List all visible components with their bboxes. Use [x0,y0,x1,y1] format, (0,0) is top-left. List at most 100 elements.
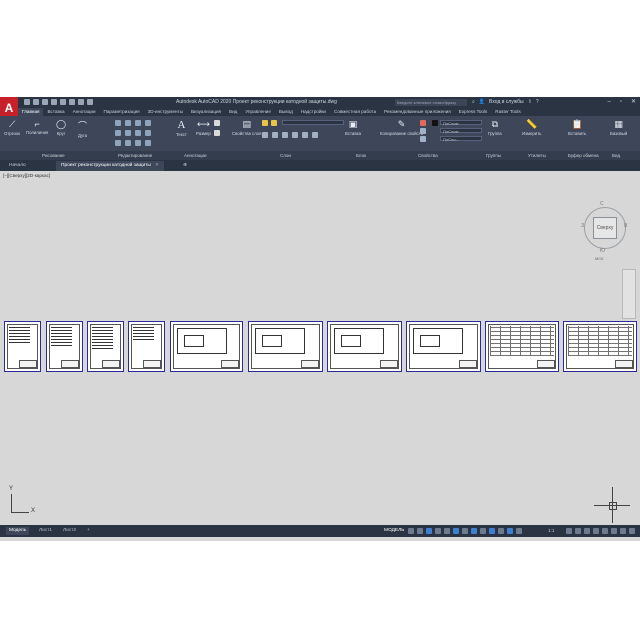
leader-icon[interactable] [214,120,220,126]
layer-tool-icon[interactable] [302,132,308,138]
paste-tool[interactable]: 📋 Вставить [568,119,586,136]
ribbon-tab[interactable]: Параметризация [100,108,144,116]
new-tab-button[interactable]: ⊕ [178,161,192,171]
ribbon-tab[interactable]: Вывод [275,108,297,116]
selection-cycling-icon[interactable] [489,528,495,534]
viewcube[interactable]: Сверху С Ю З В МСК [581,199,631,261]
match-properties-tool[interactable]: ✎ Копирование свойств [380,119,423,136]
layer-tool-icon[interactable] [282,132,288,138]
panel-utilities[interactable]: Утилиты [528,151,546,160]
isolate-icon[interactable] [602,528,608,534]
compass-east[interactable]: В [624,223,627,229]
plus-icon[interactable] [575,528,581,534]
offset-icon[interactable] [145,140,151,146]
osnap-icon[interactable] [453,528,459,534]
hardware-acceleration-icon[interactable] [611,528,617,534]
close-tab-icon[interactable]: ✕ [155,163,159,168]
layer-tool-icon[interactable] [272,132,278,138]
group-tool[interactable]: ⧉ Группа [488,119,502,136]
tab-active-drawing[interactable]: Проект реконструкции катодной защиты ✕ [56,161,164,171]
panel-clipboard[interactable]: Буфер обмена [568,151,599,160]
search-input[interactable]: Введите ключевое слово/фразу [395,99,467,106]
otrack-icon[interactable] [462,528,468,534]
tab-model[interactable]: Модель [6,527,30,535]
cart-icon[interactable]: ⇧ [528,97,532,108]
color-swatch-icon[interactable] [432,120,438,126]
array-icon[interactable] [135,140,141,146]
lineweight-dropdown[interactable]: ПоСлою [440,128,482,134]
layer-tool-icon[interactable] [262,132,268,138]
annotation-scale-icon[interactable] [516,528,522,534]
open-icon[interactable] [33,99,39,105]
layer-sun-icon[interactable] [271,120,277,126]
viewport-controls[interactable]: [–][Сверху][2D-каркас] [3,173,50,178]
new-icon[interactable] [24,99,30,105]
drawing-sheet[interactable] [46,321,83,372]
ribbon-tab[interactable]: Рекомендованные приложения [380,108,455,116]
annotation-scale[interactable]: 1:1 [548,527,554,535]
rotate-icon[interactable] [125,120,131,126]
close-icon[interactable]: ✕ [631,97,636,108]
drawing-sheet[interactable] [327,321,402,372]
drawing-sheet[interactable] [406,321,481,372]
ribbon-tab[interactable]: Аннотации [69,108,100,116]
panel-draw[interactable]: Рисование [42,151,65,160]
drawing-sheet[interactable] [87,321,124,372]
linetype-icon[interactable] [420,128,426,134]
table-icon[interactable] [214,130,220,136]
grid-icon[interactable] [408,528,414,534]
ribbon-tab[interactable]: 3D-инструменты [144,108,187,116]
lineweight-icon[interactable] [471,528,477,534]
undo-icon[interactable] [78,99,84,105]
customization-icon[interactable] [629,528,635,534]
text-tool[interactable]: A Текст [176,119,187,137]
model-space-toggle[interactable]: МОДЕЛЬ [384,527,404,535]
save-icon[interactable] [42,99,48,105]
measure-tool[interactable]: 📏 Измерить [522,119,541,136]
lineweight-icon[interactable] [420,136,426,142]
navigation-bar[interactable] [622,269,636,319]
ribbon-tab[interactable]: Raster Tools [491,108,524,116]
layer-bulb-icon[interactable] [262,120,268,126]
ribbon-tab[interactable]: Надстройки [297,108,330,116]
maximize-icon[interactable]: ▫ [620,97,622,108]
transparency-icon[interactable] [480,528,486,534]
layer-dropdown[interactable] [282,120,344,125]
panel-view[interactable]: Вид [612,151,620,160]
drawing-sheet[interactable] [128,321,165,372]
panel-block[interactable]: Блок [356,151,366,160]
compass-north[interactable]: С [600,201,604,207]
compass-south[interactable]: Ю [600,248,605,254]
fillet-icon[interactable] [135,130,141,136]
trim-icon[interactable] [135,120,141,126]
drawing-sheet[interactable] [248,321,323,372]
ucs-menu[interactable]: МСК [595,256,604,261]
annotation-visibility-icon[interactable] [498,528,504,534]
insert-tool[interactable]: ▣ Вставка [345,119,361,136]
layer-properties-tool[interactable]: ▤ Свойства слоя [232,119,261,136]
compass-west[interactable]: З [581,223,584,229]
drawing-sheet[interactable] [485,321,559,372]
tab-layout2[interactable]: Лист2 [60,527,79,535]
save-as-icon[interactable] [51,99,57,105]
drawing-sheet[interactable] [563,321,637,372]
ribbon-tab[interactable]: Визуализация [187,108,225,116]
ortho-icon[interactable] [426,528,432,534]
user-icon[interactable]: 👤 [479,97,485,108]
search-icon[interactable]: ⌕ [472,97,475,108]
stretch-icon[interactable] [115,140,121,146]
tab-layout1[interactable]: Лист1 [36,527,55,535]
help-icon[interactable]: ? [536,97,539,108]
copy-icon[interactable] [115,130,121,136]
explode-icon[interactable] [145,130,151,136]
ribbon-tab[interactable]: Вид [225,108,241,116]
quick-properties-icon[interactable] [593,528,599,534]
ribbon-tab[interactable]: Управление [241,108,275,116]
color-icon[interactable] [420,120,426,126]
ribbon-tab[interactable]: Главная [18,108,44,116]
snap-icon[interactable] [417,528,423,534]
dimension-tool[interactable]: ⟷ Размер [196,119,211,136]
tab-start[interactable]: Начало [4,161,31,171]
polyline-tool[interactable]: ⌐ Полилиния [26,119,48,135]
workspace-icon[interactable] [566,528,572,534]
